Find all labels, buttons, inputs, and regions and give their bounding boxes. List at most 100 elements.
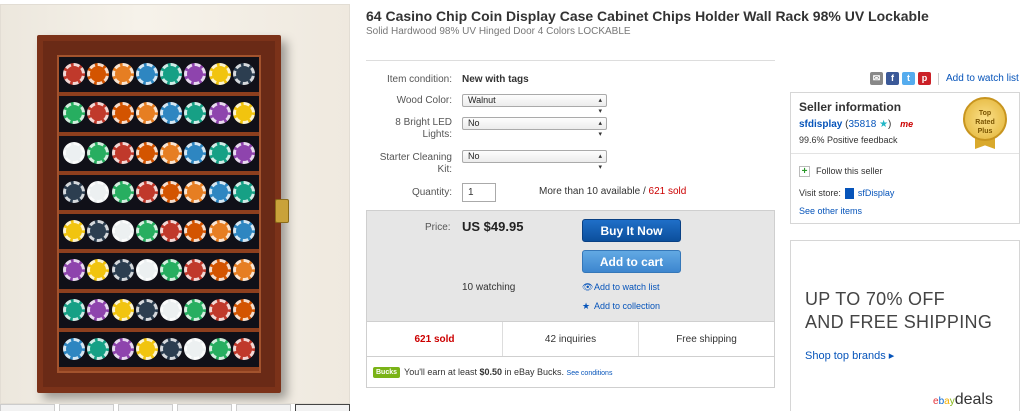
see-other-items-link[interactable]: See other items xyxy=(799,206,862,216)
display-cabinet-photo xyxy=(37,35,289,393)
thumbnail[interactable] xyxy=(59,404,114,411)
casino-chip xyxy=(160,337,183,360)
listing-subtitle: Solid Hardwood 98% UV Hinged Door 4 Colo… xyxy=(366,26,631,37)
casino-chip xyxy=(111,298,134,321)
wood-color-select[interactable]: Walnut ▴ ▾ xyxy=(462,94,607,115)
bucks-suffix: in eBay Bucks. xyxy=(501,367,565,377)
thumbnail[interactable] xyxy=(0,404,55,411)
cabinet-shelf xyxy=(59,92,259,97)
select-arrows-icon: ▴ ▾ xyxy=(598,153,602,171)
see-conditions-link[interactable]: See conditions xyxy=(567,370,613,377)
cabinet-shelf xyxy=(59,249,259,254)
thumbnail-active[interactable] xyxy=(295,404,350,411)
seller-info-heading: Seller information xyxy=(799,100,902,114)
casino-chip xyxy=(232,337,255,360)
feedback-score-link[interactable]: 35818 xyxy=(848,119,876,130)
ebay-bucks-notice: Bucks You'll earn at least $0.50 in eBay … xyxy=(366,357,775,388)
deals-ad[interactable]: UP TO 70% OFF AND FREE SHIPPING Shop top… xyxy=(790,240,1020,411)
casino-chip xyxy=(184,298,207,321)
casino-chip xyxy=(160,259,183,282)
bucks-prefix: You'll earn at least xyxy=(404,367,480,377)
casino-chip xyxy=(87,141,110,164)
store-icon xyxy=(844,188,854,200)
casino-chip xyxy=(184,141,207,164)
top-rated-plus-badge-icon: Top Rated Plus xyxy=(961,97,1009,149)
casino-chip xyxy=(87,180,110,203)
seller-name-link[interactable]: sfdisplay xyxy=(799,119,842,130)
casino-chip xyxy=(184,180,207,203)
casino-chip xyxy=(208,180,231,203)
product-main-image[interactable] xyxy=(0,4,350,404)
casino-chip xyxy=(208,259,231,282)
add-to-watch-list-text: Add to watch list xyxy=(594,282,660,292)
casino-chip xyxy=(63,141,85,164)
divider xyxy=(366,60,775,61)
shop-top-brands-link[interactable]: Shop top brands ▸ xyxy=(805,349,894,362)
badge-text-top: Top xyxy=(978,110,992,117)
casino-chip xyxy=(63,259,85,282)
badge-seal: Top Rated Plus xyxy=(963,97,1007,141)
stats-bar: 621 sold 42 inquiries Free shipping xyxy=(366,322,775,357)
chip-row xyxy=(63,218,255,244)
ad-headline-line1: UP TO 70% OFF xyxy=(805,289,945,309)
image-thumbnails xyxy=(0,404,350,411)
cabinet-shelf xyxy=(59,131,259,136)
visit-store-label: Visit store: xyxy=(799,188,841,198)
thumbnail[interactable] xyxy=(236,404,291,411)
positive-feedback: 99.6% Positive feedback xyxy=(799,135,898,145)
casino-chip xyxy=(184,102,207,125)
chip-row xyxy=(63,179,255,205)
follow-seller-row[interactable]: + Follow this seller xyxy=(799,166,883,177)
twitter-icon[interactable]: t xyxy=(902,72,915,85)
casino-chip xyxy=(160,63,183,85)
led-lights-select[interactable]: No ▴ ▾ xyxy=(462,117,607,138)
cabinet-shelf xyxy=(59,210,259,214)
cleaning-kit-label: Starter Cleaning Kit: xyxy=(379,152,452,175)
availability-sold: 621 sold xyxy=(648,186,687,197)
casino-chip xyxy=(111,220,134,242)
deals-wordmark: deals xyxy=(954,391,993,408)
casino-chip xyxy=(135,259,158,282)
share-bar: ✉ f t p Add to watch list xyxy=(870,72,1019,85)
buy-it-now-button[interactable]: Buy It Now xyxy=(582,219,681,242)
sold-count: 621 sold xyxy=(367,322,503,356)
me-badge-icon[interactable]: me xyxy=(900,119,913,129)
wood-color-value: Walnut xyxy=(468,95,496,105)
casino-chip xyxy=(111,102,134,125)
ebay-deals-logo: ebaydeals xyxy=(933,391,993,409)
add-to-watch-list-link[interactable]: Add to watch list xyxy=(946,73,1019,84)
price-label: Price: xyxy=(425,222,451,233)
bucks-amount: $0.50 xyxy=(479,367,502,377)
quantity-input[interactable]: 1 xyxy=(462,183,496,202)
casino-chip xyxy=(184,259,207,282)
chip-row xyxy=(63,61,255,87)
store-name-link[interactable]: sfDisplay xyxy=(858,188,895,198)
pinterest-icon[interactable]: p xyxy=(918,72,931,85)
add-to-cart-button[interactable]: Add to cart xyxy=(582,250,681,273)
casino-chip xyxy=(63,63,85,85)
cleaning-kit-select[interactable]: No ▴ ▾ xyxy=(462,150,607,171)
thumbnail[interactable] xyxy=(118,404,173,411)
email-icon[interactable]: ✉ xyxy=(870,72,883,85)
inquiries-count: 42 inquiries xyxy=(503,322,639,356)
add-to-watch-list-row[interactable]: 👁Add to watch list xyxy=(582,282,660,293)
casino-chip xyxy=(87,220,110,242)
divider xyxy=(791,153,1019,154)
facebook-icon[interactable]: f xyxy=(886,72,899,85)
thumbnail[interactable] xyxy=(177,404,232,411)
casino-chip xyxy=(135,63,158,85)
casino-chip xyxy=(87,63,110,85)
add-to-collection-row[interactable]: ★ Add to collection xyxy=(582,301,660,312)
seller-name-row: sfdisplay (35818 ★) me xyxy=(799,119,914,130)
casino-chip xyxy=(232,141,255,164)
select-arrows-icon: ▴ ▾ xyxy=(598,97,602,115)
cabinet-interior xyxy=(57,55,261,373)
availability: More than 10 available / 621 sold xyxy=(539,186,686,197)
chip-row xyxy=(63,140,255,166)
ebay-wordmark: ebay xyxy=(933,396,955,407)
casino-chip xyxy=(111,337,134,360)
cabinet-shelf xyxy=(59,170,259,175)
casino-chip xyxy=(87,102,110,125)
watching-count: 10 watching xyxy=(462,282,516,293)
star-icon: ★ xyxy=(582,301,591,311)
